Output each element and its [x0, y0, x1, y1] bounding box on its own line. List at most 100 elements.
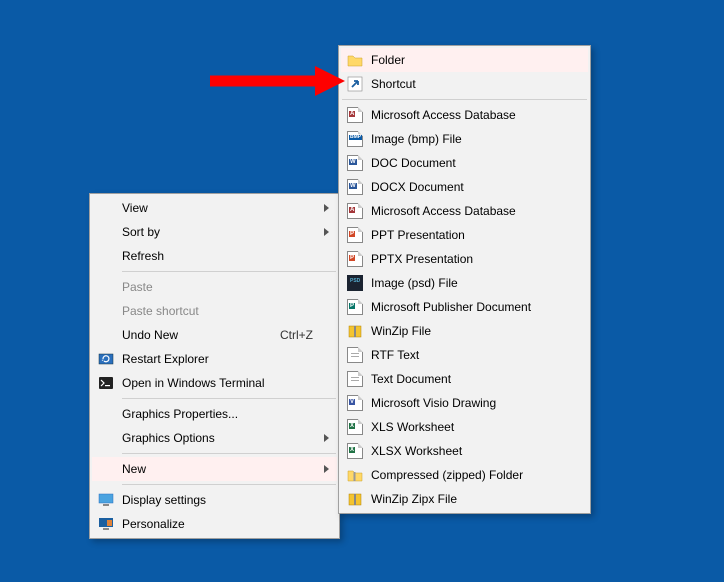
menu-label: Restart Explorer [122, 352, 209, 366]
new-submenu: Folder Shortcut A Microsoft Access Datab… [338, 45, 591, 514]
shortcut-icon [347, 76, 363, 92]
menu-label: XLSX Worksheet [371, 444, 462, 458]
menu-item-graphics-properties[interactable]: Graphics Properties... [92, 402, 337, 426]
submenu-arrow-icon [324, 465, 329, 473]
menu-label: Refresh [122, 249, 164, 263]
menu-separator [122, 453, 336, 454]
menu-item-restart-explorer[interactable]: Restart Explorer [92, 347, 337, 371]
xls-icon: X [347, 419, 363, 435]
submenu-item-publisher[interactable]: P Microsoft Publisher Document [341, 295, 588, 319]
menu-label: Microsoft Access Database [371, 108, 516, 122]
menu-label: View [122, 201, 148, 215]
menu-label: Compressed (zipped) Folder [371, 468, 523, 482]
menu-label: Folder [371, 53, 405, 67]
menu-label: Image (psd) File [371, 276, 458, 290]
zipped-folder-icon [347, 467, 363, 483]
menu-label: Graphics Properties... [122, 407, 238, 421]
menu-label: Graphics Options [122, 431, 215, 445]
submenu-item-zipped-folder[interactable]: Compressed (zipped) Folder [341, 463, 588, 487]
menu-item-sort-by[interactable]: Sort by [92, 220, 337, 244]
submenu-item-winzip[interactable]: WinZip File [341, 319, 588, 343]
submenu-item-access-database[interactable]: A Microsoft Access Database [341, 103, 588, 127]
menu-label: Microsoft Visio Drawing [371, 396, 496, 410]
menu-item-refresh[interactable]: Refresh [92, 244, 337, 268]
submenu-item-doc[interactable]: W DOC Document [341, 151, 588, 175]
menu-label: Paste shortcut [122, 304, 199, 318]
menu-label: DOCX Document [371, 180, 464, 194]
menu-item-display-settings[interactable]: Display settings [92, 488, 337, 512]
desktop-context-menu: View Sort by Refresh Paste Paste shortcu… [89, 193, 340, 539]
winzip-icon [347, 323, 363, 339]
publisher-icon: P [347, 299, 363, 315]
menu-label: Undo New [122, 328, 178, 342]
menu-item-paste: Paste [92, 275, 337, 299]
submenu-arrow-icon [324, 434, 329, 442]
menu-label: Image (bmp) File [371, 132, 462, 146]
submenu-item-folder[interactable]: Folder [341, 48, 588, 72]
access-icon: A [347, 203, 363, 219]
submenu-item-text[interactable]: Text Document [341, 367, 588, 391]
submenu-item-shortcut[interactable]: Shortcut [341, 72, 588, 96]
submenu-item-psd[interactable]: PSD Image (psd) File [341, 271, 588, 295]
winzip-zipx-icon [347, 491, 363, 507]
menu-label: New [122, 462, 146, 476]
submenu-arrow-icon [324, 204, 329, 212]
rtf-icon [347, 347, 363, 363]
submenu-item-rtf[interactable]: RTF Text [341, 343, 588, 367]
restart-explorer-icon [98, 351, 114, 367]
submenu-item-bmp[interactable]: BMP Image (bmp) File [341, 127, 588, 151]
menu-label: Paste [122, 280, 153, 294]
menu-item-new[interactable]: New [92, 457, 337, 481]
submenu-item-pptx[interactable]: P PPTX Presentation [341, 247, 588, 271]
pptx-icon: P [347, 251, 363, 267]
submenu-item-winzip-zipx[interactable]: WinZip Zipx File [341, 487, 588, 511]
menu-separator [122, 398, 336, 399]
menu-label: RTF Text [371, 348, 419, 362]
menu-item-view[interactable]: View [92, 196, 337, 220]
menu-label: PPTX Presentation [371, 252, 473, 266]
menu-label: XLS Worksheet [371, 420, 454, 434]
submenu-item-access-database-2[interactable]: A Microsoft Access Database [341, 199, 588, 223]
submenu-arrow-icon [324, 228, 329, 236]
submenu-item-docx[interactable]: W DOCX Document [341, 175, 588, 199]
menu-separator [122, 271, 336, 272]
ppt-icon: P [347, 227, 363, 243]
visio-icon: V [347, 395, 363, 411]
menu-item-undo-new[interactable]: Undo New Ctrl+Z [92, 323, 337, 347]
doc-icon: W [347, 155, 363, 171]
menu-label: Microsoft Publisher Document [371, 300, 531, 314]
menu-separator [122, 484, 336, 485]
display-settings-icon [98, 492, 114, 508]
folder-icon [347, 52, 363, 68]
submenu-item-ppt[interactable]: P PPT Presentation [341, 223, 588, 247]
menu-item-open-terminal[interactable]: Open in Windows Terminal [92, 371, 337, 395]
personalize-icon [98, 516, 114, 532]
menu-item-paste-shortcut: Paste shortcut [92, 299, 337, 323]
menu-label: DOC Document [371, 156, 456, 170]
menu-label: Microsoft Access Database [371, 204, 516, 218]
menu-label: Display settings [122, 493, 206, 507]
xlsx-icon: X [347, 443, 363, 459]
menu-label: WinZip Zipx File [371, 492, 457, 506]
menu-label: Text Document [371, 372, 451, 386]
menu-label: Personalize [122, 517, 185, 531]
menu-separator [342, 99, 587, 100]
submenu-item-visio[interactable]: V Microsoft Visio Drawing [341, 391, 588, 415]
submenu-item-xlsx[interactable]: X XLSX Worksheet [341, 439, 588, 463]
docx-icon: W [347, 179, 363, 195]
submenu-item-xls[interactable]: X XLS Worksheet [341, 415, 588, 439]
annotation-arrow-icon [210, 65, 345, 97]
bmp-icon: BMP [347, 131, 363, 147]
menu-label: Shortcut [371, 77, 416, 91]
psd-icon: PSD [347, 275, 363, 291]
menu-label: WinZip File [371, 324, 431, 338]
menu-label: Sort by [122, 225, 160, 239]
menu-label: Open in Windows Terminal [122, 376, 265, 390]
menu-label: PPT Presentation [371, 228, 465, 242]
menu-item-graphics-options[interactable]: Graphics Options [92, 426, 337, 450]
menu-shortcut: Ctrl+Z [280, 328, 313, 342]
terminal-icon [98, 375, 114, 391]
access-icon: A [347, 107, 363, 123]
menu-item-personalize[interactable]: Personalize [92, 512, 337, 536]
text-icon [347, 371, 363, 387]
